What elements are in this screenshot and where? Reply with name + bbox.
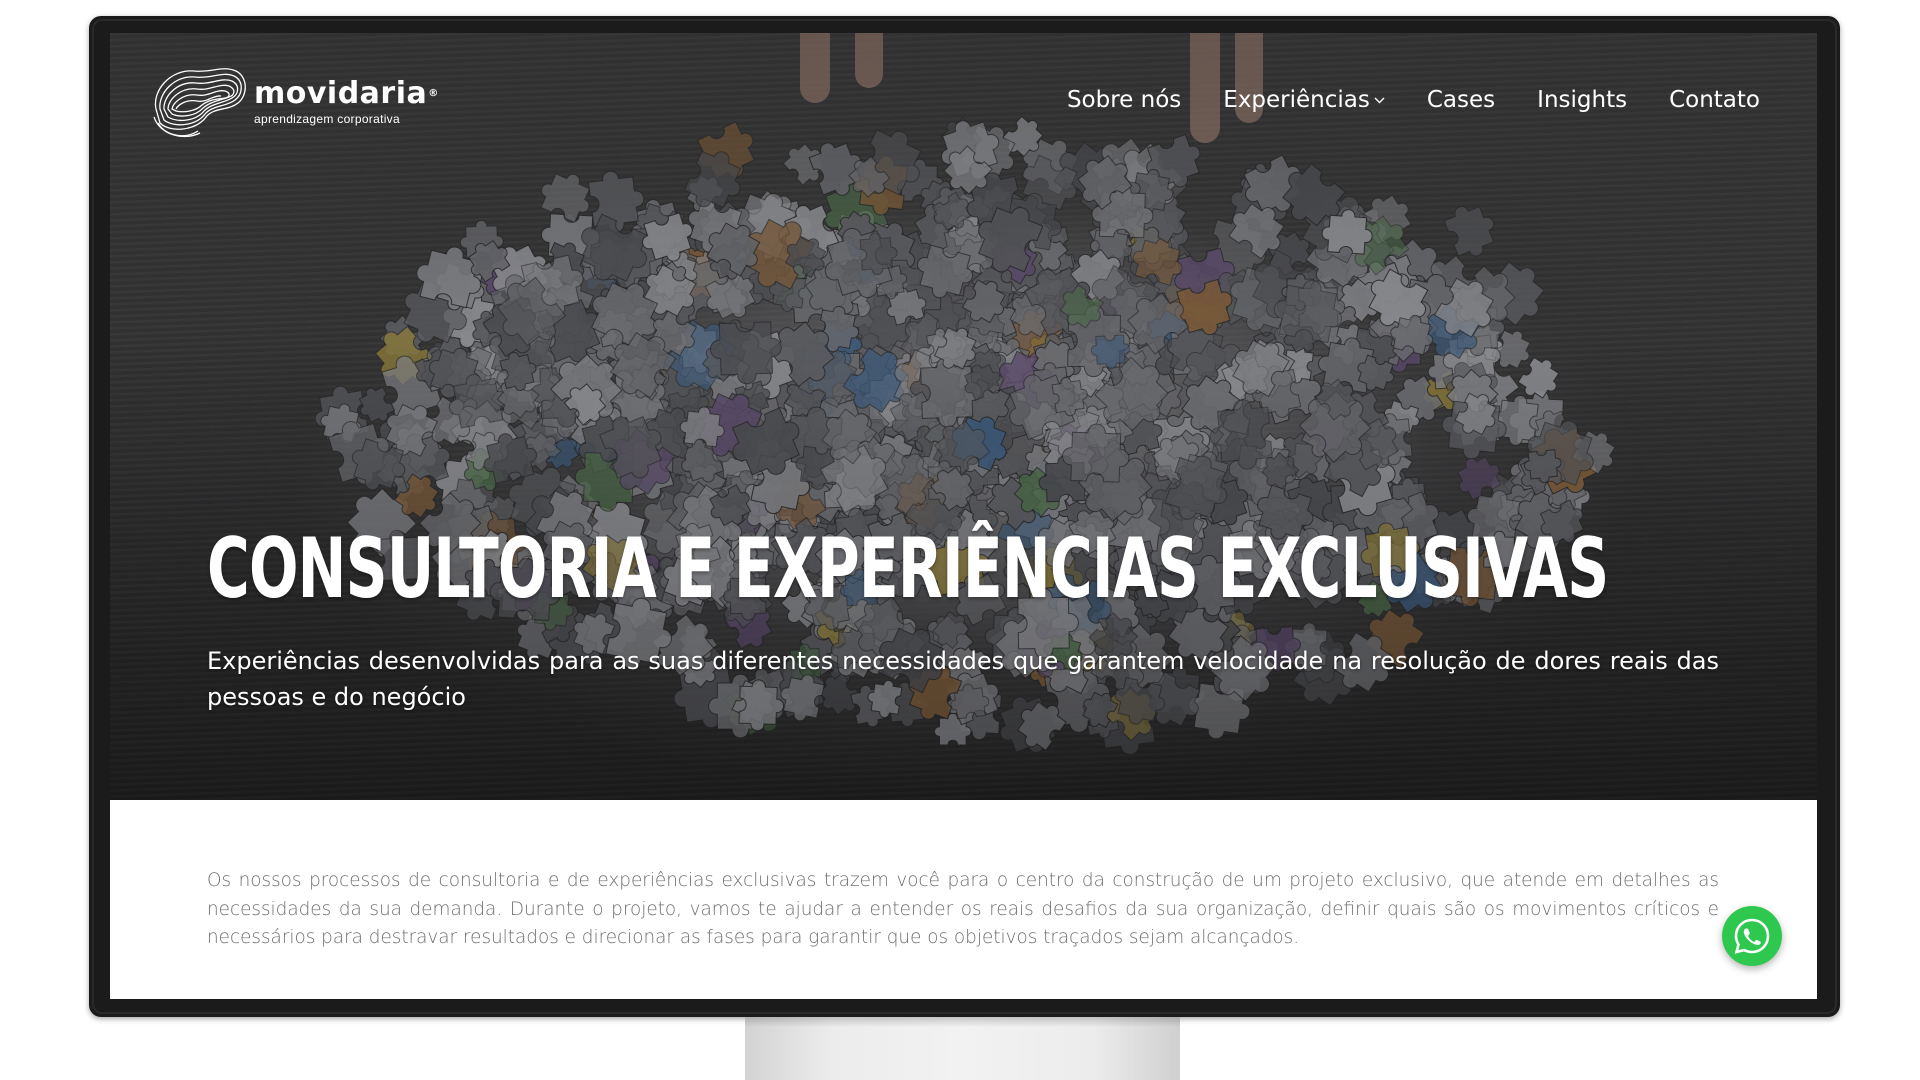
nav-item-contato[interactable]: Contato bbox=[1669, 87, 1760, 113]
chevron-down-icon[interactable] bbox=[1374, 97, 1385, 104]
main-nav: Sobre nós Experiências Cases Insights Co… bbox=[1067, 87, 1760, 113]
hero-title: CONSULTORIA E EXPERIÊNCIAS EXCLUSIVAS bbox=[207, 520, 1609, 617]
website-screen: movidaria® aprendizagem corporativa Sobr… bbox=[110, 33, 1817, 999]
nav-item-label: Contato bbox=[1669, 87, 1760, 113]
wave-contour-logo-icon bbox=[153, 68, 246, 138]
whatsapp-icon bbox=[1734, 918, 1770, 954]
nav-item-label: Insights bbox=[1537, 87, 1628, 113]
whatsapp-button[interactable] bbox=[1722, 906, 1782, 966]
logo-tagline: aprendizagem corporativa bbox=[254, 111, 400, 126]
intro-paragraph: Os nossos processos de consultoria e de … bbox=[207, 870, 1719, 948]
nav-item-label: Sobre nós bbox=[1066, 87, 1182, 113]
nav-item-sobre-nos[interactable]: Sobre nós bbox=[1067, 87, 1181, 113]
logo[interactable]: movidaria® aprendizagem corporativa bbox=[150, 61, 439, 143]
nav-item-cases[interactable]: Cases bbox=[1427, 87, 1495, 113]
hero-subtitle: Experiências desenvolvidas para as suas … bbox=[207, 647, 1719, 711]
nav-item-label: Experiências bbox=[1223, 87, 1370, 113]
nav-item-label: Cases bbox=[1426, 87, 1496, 113]
nav-item-experiencias[interactable]: Experiências bbox=[1223, 87, 1385, 113]
hero-section: movidaria® aprendizagem corporativa Sobr… bbox=[110, 33, 1817, 800]
monitor-stand bbox=[745, 1017, 1180, 1080]
nav-item-insights[interactable]: Insights bbox=[1537, 87, 1627, 113]
logo-wordmark: movidaria® bbox=[254, 75, 439, 111]
registered-mark: ® bbox=[428, 87, 439, 99]
